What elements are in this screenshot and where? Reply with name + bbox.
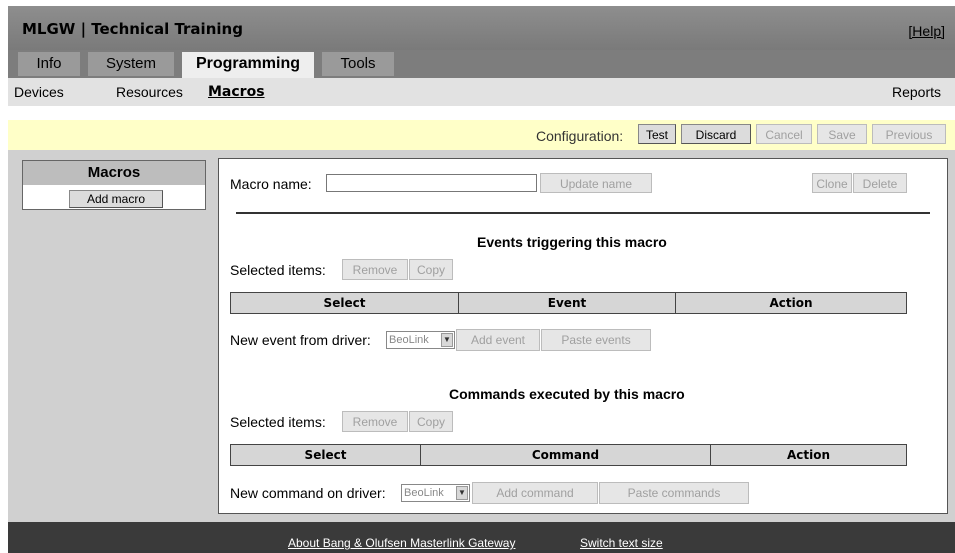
previous-button[interactable]: Previous — [872, 124, 946, 144]
add-event-button[interactable]: Add event — [456, 329, 540, 351]
delete-button[interactable]: Delete — [853, 173, 907, 193]
update-name-button[interactable]: Update name — [540, 173, 652, 193]
events-title: Events triggering this macro — [477, 234, 667, 250]
configuration-bar: Configuration: Test Discard Cancel Save … — [8, 120, 955, 150]
macro-name-input[interactable] — [326, 174, 537, 192]
app-title: MLGW | Technical Training — [22, 20, 243, 38]
commands-table-header: Select Command Action — [230, 444, 907, 466]
tab-programming[interactable]: Programming — [182, 52, 314, 79]
events-col-action: Action — [769, 296, 813, 310]
events-col-select: Select — [231, 293, 459, 313]
tab-info[interactable]: Info — [18, 52, 80, 76]
events-table-header: Select Event Action — [230, 292, 907, 314]
save-button[interactable]: Save — [817, 124, 867, 144]
event-driver-value: BeoLink — [389, 334, 429, 346]
tab-system[interactable]: System — [88, 52, 174, 76]
paste-commands-button[interactable]: Paste commands — [599, 482, 749, 504]
macro-editor: Macro name: Update name Clone Delete Eve… — [218, 158, 948, 514]
command-driver-select[interactable]: BeoLink ▼ — [401, 484, 470, 502]
commands-selected-label: Selected items: — [230, 414, 326, 430]
subnav-reports[interactable]: Reports — [892, 84, 941, 100]
help-link[interactable]: [Help] — [908, 23, 945, 39]
macros-panel: Macros Add macro — [22, 160, 206, 210]
events-remove-button[interactable]: Remove — [342, 259, 408, 280]
switch-text-size-link[interactable]: Switch text size — [580, 536, 663, 550]
chevron-down-icon: ▼ — [441, 333, 453, 347]
commands-col-select: Select — [231, 445, 421, 465]
test-button[interactable]: Test — [638, 124, 676, 144]
footer: About Bang & Olufsen Masterlink Gateway … — [8, 522, 955, 553]
commands-copy-button[interactable]: Copy — [409, 411, 453, 432]
events-col-event: Event — [459, 293, 676, 313]
paste-events-button[interactable]: Paste events — [541, 329, 651, 351]
main-tabs: Info System Programming Tools — [8, 50, 955, 79]
header-bar: MLGW | Technical Training [Help] — [8, 6, 955, 50]
new-command-label: New command on driver: — [230, 485, 386, 501]
page: MLGW | Technical Training [Help] Info Sy… — [0, 0, 955, 553]
tab-tools[interactable]: Tools — [322, 52, 394, 76]
new-event-label: New event from driver: — [230, 332, 371, 348]
subnav-resources[interactable]: Resources — [116, 84, 183, 100]
add-command-button[interactable]: Add command — [472, 482, 598, 504]
subnav-devices[interactable]: Devices — [14, 84, 64, 100]
sub-navigation: Devices Resources Macros Reports — [8, 78, 955, 106]
cancel-button[interactable]: Cancel — [756, 124, 812, 144]
events-selected-label: Selected items: — [230, 262, 326, 278]
commands-remove-button[interactable]: Remove — [342, 411, 408, 432]
spacer — [8, 106, 955, 120]
about-link[interactable]: About Bang & Olufsen Masterlink Gateway — [288, 536, 515, 550]
discard-button[interactable]: Discard — [681, 124, 751, 144]
divider — [236, 212, 930, 214]
events-copy-button[interactable]: Copy — [409, 259, 453, 280]
chevron-down-icon: ▼ — [456, 486, 468, 500]
commands-title: Commands executed by this macro — [449, 386, 685, 402]
commands-col-command: Command — [421, 445, 711, 465]
add-macro-button[interactable]: Add macro — [69, 190, 163, 208]
macro-name-label: Macro name: — [230, 176, 312, 192]
subnav-macros[interactable]: Macros — [208, 84, 265, 100]
event-driver-select[interactable]: BeoLink ▼ — [386, 331, 455, 349]
configuration-label: Configuration: — [536, 128, 624, 144]
clone-button[interactable]: Clone — [812, 173, 852, 193]
command-driver-value: BeoLink — [404, 487, 444, 499]
macros-panel-title: Macros — [23, 161, 205, 185]
commands-col-action: Action — [786, 448, 831, 462]
